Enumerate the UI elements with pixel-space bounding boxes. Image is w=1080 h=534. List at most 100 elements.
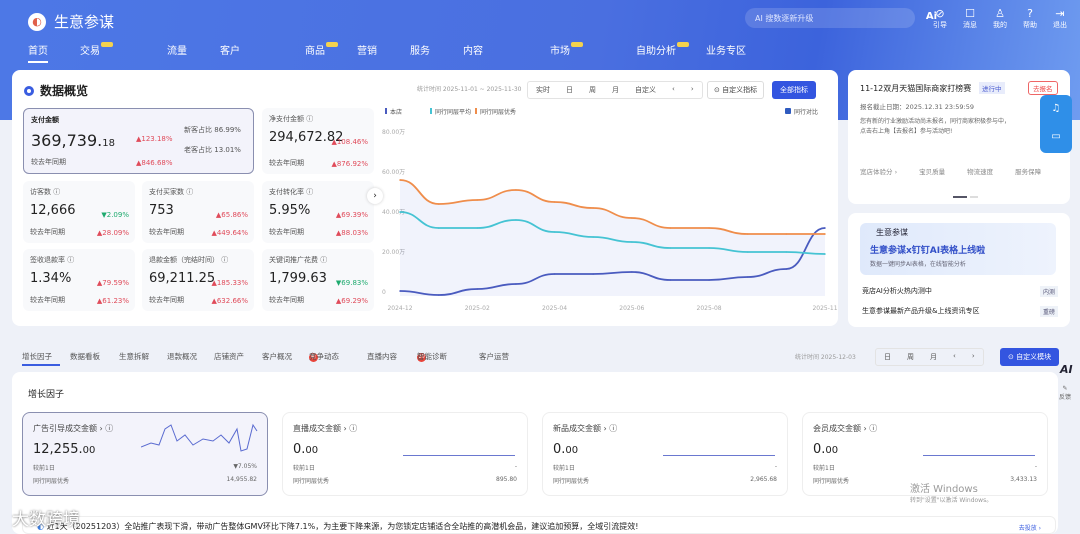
period-custom[interactable]: 自定义	[627, 82, 664, 98]
y-tick-label: 0	[382, 289, 386, 296]
data-point	[437, 227, 440, 229]
prev-button[interactable]: ‹	[945, 349, 964, 365]
link-logistics[interactable]: 物流速度	[967, 166, 993, 176]
news-item[interactable]: 生意参谋最新产品升级&上线资讯专区	[862, 306, 979, 316]
metric-card[interactable]: 关键词推广花费 ⓘ 1,799.63 ▼69.83% 较去年同期 ▲69.29%	[262, 249, 374, 311]
nav-marketing[interactable]: 营销	[357, 42, 377, 57]
next-button[interactable]: ›	[683, 82, 702, 98]
message-icon: ☐	[965, 7, 975, 20]
growth-card[interactable]: 广告引导成交金额 › ⓘ 12,255.00 较前1日 ▼7.05% 同行同层优秀 1…	[22, 412, 268, 496]
feedback-button[interactable]: ✎ 反馈	[1059, 385, 1071, 401]
prev-button[interactable]: ‹	[664, 82, 683, 98]
banner[interactable]: 生意参谋 生意参谋x钉钉AI表格上线啦 数据一键同步AI表格，在线智能分析	[860, 223, 1056, 275]
guide-button[interactable]: ⊘ 引导	[930, 7, 950, 30]
bell-icon[interactable]: ♫	[1040, 95, 1072, 123]
legend-swatch	[430, 108, 432, 114]
ai-search-input[interactable]: AI 搜数逐新升级 Ai	[745, 8, 937, 28]
status-badge: 进行中	[979, 82, 1005, 94]
nav-trade[interactable]: 交易	[80, 42, 113, 57]
insight-tip: ◐ 近1天（20251203）全站推广表现下滑，带动广告整体GMV环比下降7.1…	[22, 516, 1056, 534]
metric-net-pay[interactable]: 净支付金额 ⓘ 294,672.82 较去年同期 ▲108.46% ▲876.92%	[262, 108, 374, 174]
news-card: 生意参谋 生意参谋x钉钉AI表格上线啦 数据一键同步AI表格，在线智能分析 竞店…	[848, 213, 1070, 327]
message-button[interactable]: ☐ 消息	[960, 7, 980, 30]
growth-card[interactable]: 直播成交金额 › ⓘ 0.00 较前1日 - 同行同层优秀 895.80	[282, 412, 528, 496]
link-quality[interactable]: 宝贝质量	[919, 166, 945, 176]
data-point	[746, 276, 749, 278]
corner-watermark: 大数跨境	[12, 510, 80, 530]
growth-factor-panel: 增长因子 广告引导成交金额 › ⓘ 12,255.00 较前1日 ▼7.05% 同行…	[12, 372, 1058, 534]
metric-card[interactable]: 签收退款率 ⓘ 1.34% ▲79.59% 较去年同期 ▲61.23%	[23, 249, 135, 311]
data-point	[592, 236, 594, 238]
nav-service[interactable]: 服务	[410, 42, 430, 57]
profile-button[interactable]: ♙ 我的	[990, 7, 1010, 30]
custom-metrics-button[interactable]: ⊙ 自定义指标	[707, 81, 765, 99]
link-shop-score[interactable]: 宽店体验分 ›	[860, 166, 897, 176]
panel-title: 数据概览	[24, 82, 88, 99]
help-icon: ?	[1027, 7, 1033, 20]
link-service[interactable]: 服务保障	[1015, 166, 1041, 176]
go-advertise-link[interactable]: 去投放 ›	[1019, 523, 1041, 532]
period-day[interactable]: 日	[558, 82, 581, 98]
metric-card[interactable]: 访客数 ⓘ 12,666 ▼2.09% 较去年同期 ▲28.09%	[23, 181, 135, 243]
help-button[interactable]: ? 帮助	[1020, 7, 1040, 30]
data-point	[553, 201, 556, 203]
data-point	[669, 227, 672, 229]
app-logo[interactable]: ◐ 生意参谋	[28, 11, 114, 32]
period-realtime[interactable]: 实时	[528, 82, 558, 98]
data-point	[399, 290, 401, 292]
edit-icon: ✎	[1062, 385, 1068, 392]
all-metrics-button[interactable]: 全部指标	[772, 81, 816, 99]
signup-button[interactable]: 去报名	[1028, 81, 1058, 95]
custom-module-button[interactable]: ⊙ 自定义模块	[1000, 348, 1060, 366]
nav-product[interactable]: 商品	[305, 42, 338, 57]
growth-card[interactable]: 新品成交金额 › ⓘ 0.00 较前1日 - 同行同层优秀 2,965.68	[542, 412, 788, 496]
nav-self-analysis[interactable]: 自助分析	[636, 42, 689, 57]
windows-watermark: 激活 Windows 转到"设置"以激活 Windows。	[910, 484, 993, 504]
data-point	[437, 294, 440, 296]
logout-button[interactable]: ⇥ 退出	[1050, 7, 1070, 30]
news-item[interactable]: 竞店AI分析火热内测中	[862, 286, 932, 296]
x-tick-label: 2025-08	[697, 305, 722, 312]
promo-desc: 您有新的行业激励活动尚未报名，同行商家积极参与中， 点击右上角【去报名】参与活动吧…	[860, 118, 1011, 135]
carousel-dot[interactable]	[970, 196, 978, 198]
data-point	[553, 273, 556, 275]
metric-pay-amount[interactable]: 支付金额 369,739.18 较去年同期 ▲123.18% ▲846.68% 新…	[23, 108, 254, 174]
data-point	[669, 247, 672, 249]
metric-card[interactable]: 支付买家数 ⓘ 753 ▲65.86% 较去年同期 ▲449.64%	[142, 181, 254, 243]
nav-market[interactable]: 市场	[550, 42, 583, 57]
period-day[interactable]: 日	[876, 349, 899, 365]
data-point	[592, 207, 594, 209]
period-week[interactable]: 周	[581, 82, 604, 98]
ai-assistant-button[interactable]: AI	[1060, 363, 1073, 376]
legend-label: 本店	[390, 108, 402, 116]
next-button[interactable]: ›	[964, 349, 983, 365]
data-point	[476, 227, 479, 229]
data-point	[515, 283, 517, 285]
period-month[interactable]: 月	[604, 82, 627, 98]
data-point	[708, 279, 710, 281]
metric-card[interactable]: 支付转化率 ⓘ 5.95% ▲69.39% 较去年同期 ▲88.03%	[262, 181, 374, 243]
data-point	[631, 271, 633, 273]
logout-icon: ⇥	[1055, 7, 1065, 20]
chat-icon[interactable]: ▭	[1040, 123, 1072, 151]
legend-swatch	[475, 108, 477, 114]
data-point	[785, 268, 788, 270]
period-month[interactable]: 月	[922, 349, 945, 365]
nav-traffic[interactable]: 流量	[167, 42, 187, 57]
nav-content[interactable]: 内容	[463, 42, 483, 57]
nav-home[interactable]: 首页	[28, 42, 48, 63]
metric-card[interactable]: 退款金额（完结时间） ⓘ 69,211.25 ▲185.33% 较去年同期 ▲632…	[142, 249, 254, 311]
x-tick-label: 2024-12	[387, 305, 412, 312]
nav-customer[interactable]: 客户	[220, 42, 240, 57]
data-point	[746, 251, 749, 253]
data-point	[553, 231, 556, 233]
x-tick-label: 2025-06	[619, 305, 644, 312]
y-tick-label: 80.00万	[382, 129, 405, 136]
nav-business-zone[interactable]: 业务专区	[706, 42, 746, 57]
carousel-dot[interactable]	[953, 196, 967, 198]
data-point	[592, 273, 594, 275]
tab-item[interactable]: 智能诊断 20	[417, 351, 447, 362]
tab-item[interactable]: 竞争动态 新	[309, 351, 339, 362]
data-point	[708, 247, 710, 249]
period-week[interactable]: 周	[899, 349, 922, 365]
